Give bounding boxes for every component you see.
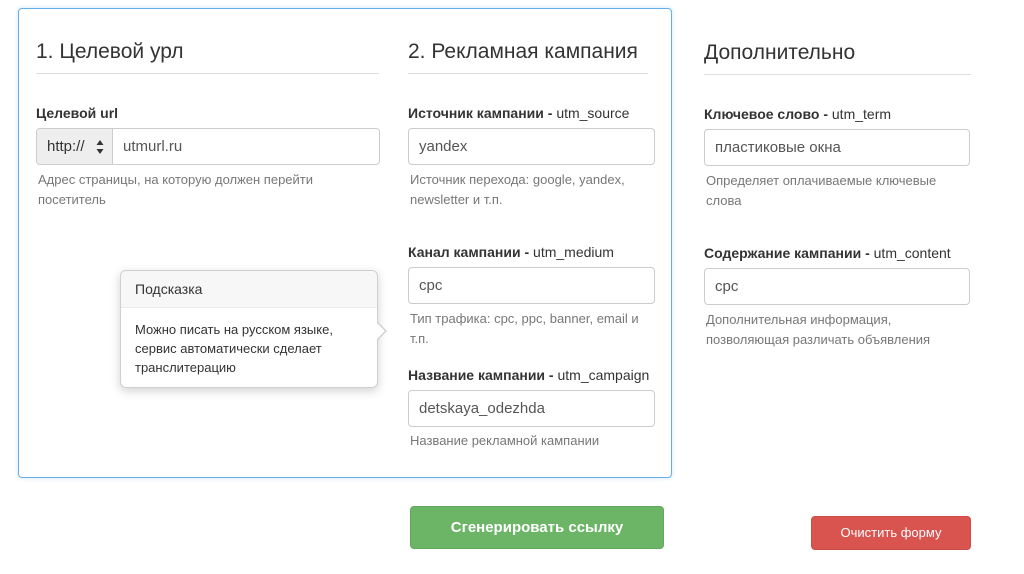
hint-popover-title: Подсказка [121,271,377,308]
utm-content-input[interactable]: cpc [704,268,970,305]
utm-campaign-help: Название рекламной кампании [410,433,600,448]
target-url-input-group: http:// utmurl.ru [36,128,380,165]
clear-form-button[interactable]: Очистить форму [811,516,971,550]
utm-campaign-input[interactable]: detskaya_odezhda [408,390,655,427]
utm-source-label: Источник кампании - utm_source [408,105,630,121]
section-heading-extra: Дополнительно [704,41,856,64]
utm-campaign-label: Название кампании - utm_campaign [408,367,650,383]
hint-popover-body: Можно писать на русском языке, сервис ав… [135,322,333,375]
select-updown-icon [96,140,104,154]
popover-arrow [376,321,387,341]
utm-medium-input[interactable]: cpc [408,267,655,304]
section-heading-campaign: 2. Рекламная кампания [408,40,638,63]
target-url-label: Целевой url [36,105,119,121]
target-url-input[interactable]: utmurl.ru [123,129,182,164]
section-heading-target-url: 1. Целевой урл [36,40,184,63]
utm-source-input[interactable]: yandex [408,128,655,165]
utm-term-help: Определяет оплачиваемые ключевые слова [706,173,937,208]
utm-medium-help: Тип трафика: cpc, ppc, banner, email и т… [410,311,639,346]
section-divider [408,73,648,74]
utm-content-label: Содержание кампании - utm_content [704,245,951,261]
utm-source-help: Источник перехода: google, yandex, newsl… [410,172,625,207]
section-divider [704,74,971,75]
utm-content-help: Дополнительная информация, позволяющая р… [706,312,931,347]
hint-popover: Подсказка Можно писать на русском языке,… [120,270,387,388]
utm-medium-label: Канал кампании - utm_medium [408,244,614,260]
target-url-help: Адрес страницы, на которую должен перейт… [38,172,314,207]
utm-term-label: Ключевое слово - utm_term [704,106,892,122]
section-divider [36,73,379,74]
generate-link-button[interactable]: Сгенерировать ссылку [410,506,664,549]
utm-term-input[interactable]: пластиковые окна [704,129,970,166]
protocol-select[interactable]: http:// [37,129,113,164]
protocol-select-value: http:// [47,138,85,155]
